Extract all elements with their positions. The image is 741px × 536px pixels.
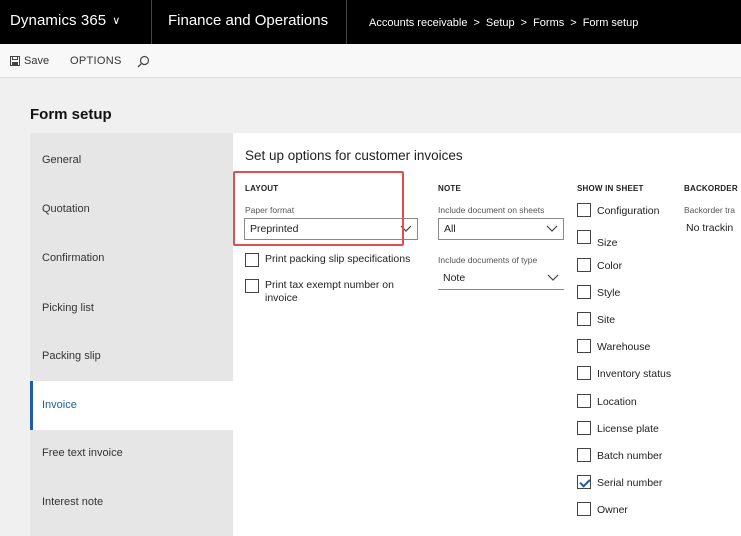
show-color-checkbox[interactable]: Color: [577, 258, 622, 274]
checkbox-box: [577, 258, 591, 272]
topbar-divider: [151, 0, 152, 44]
breadcrumb-item-setup[interactable]: Setup: [486, 17, 515, 29]
show-warehouse-checkbox[interactable]: Warehouse: [577, 339, 650, 355]
include-types-value: Note: [443, 272, 466, 284]
checkbox-label: Style: [597, 287, 621, 299]
backorder-group-title: BACKORDER: [684, 184, 738, 193]
breadcrumb-item-forms[interactable]: Forms: [533, 17, 564, 29]
checkbox-box: [245, 279, 259, 293]
tab-label: Free text invoice: [42, 447, 123, 459]
checkbox-label: Warehouse: [597, 341, 651, 353]
tab-packing-slip[interactable]: Packing slip: [30, 332, 233, 381]
breadcrumb-separator: >: [570, 17, 577, 29]
breadcrumb: Accounts receivable > Setup > Forms > Form set…: [369, 17, 638, 29]
tab-label: Invoice: [42, 399, 77, 411]
print-tax-exempt-checkbox[interactable]: Print tax exempt number on invoice: [245, 279, 425, 305]
include-types-select[interactable]: Note: [438, 270, 564, 290]
checkbox-label: Color: [597, 260, 623, 272]
checkbox-label: Size: [597, 237, 618, 249]
breadcrumb-separator: >: [473, 17, 480, 29]
checkbox-box: [577, 312, 591, 326]
app-title: Dynamics 365: [10, 12, 107, 29]
show-style-checkbox[interactable]: Style: [577, 285, 620, 301]
show-inventory-status-checkbox[interactable]: Inventory status: [577, 366, 671, 382]
tab-general[interactable]: General: [30, 136, 233, 185]
breadcrumb-separator: >: [520, 17, 528, 29]
print-packing-slip-label: Print packing slip specifications: [265, 253, 411, 265]
topbar-divider: [346, 0, 347, 44]
save-button[interactable]: Save: [10, 55, 49, 67]
show-location-checkbox[interactable]: Location: [577, 394, 637, 410]
checkbox-label: License plate: [597, 423, 659, 435]
options-button[interactable]: OPTIONS: [70, 55, 122, 67]
tab-free-text-invoice[interactable]: Free text invoice: [30, 429, 233, 478]
checkmark-icon: [577, 475, 591, 489]
tab-label: Packing slip: [42, 350, 101, 362]
vertical-tabs: General Quotation Confirmation Picking l…: [30, 133, 234, 536]
checkbox-box: [577, 203, 591, 217]
show-size-checkbox[interactable]: Size: [577, 230, 617, 251]
page-title: Form setup: [30, 106, 112, 123]
include-document-select[interactable]: All: [438, 218, 564, 240]
checkbox-label: Owner: [597, 504, 628, 516]
include-document-value: All: [444, 223, 456, 235]
checkbox-box: [245, 253, 259, 267]
save-icon: [10, 56, 20, 66]
checkbox-label: Site: [597, 314, 616, 326]
show-license-plate-checkbox[interactable]: License plate: [577, 421, 659, 437]
note-group-title: NOTE: [438, 184, 462, 193]
tab-picking-list[interactable]: Picking list: [30, 284, 233, 333]
checkbox-box: [577, 394, 591, 408]
tab-label: Interest note: [42, 496, 104, 508]
print-packing-slip-checkbox[interactable]: Print packing slip specifications: [245, 253, 410, 267]
tab-quotation[interactable]: Quotation: [30, 185, 233, 234]
tab-label: Confirmation: [42, 252, 105, 264]
checkbox-box: [577, 230, 591, 244]
chevron-down-icon: [546, 225, 558, 232]
save-label: Save: [24, 55, 50, 67]
top-navigation-bar: Dynamics 365 ∨ Finance and Operations Acc…: [0, 0, 741, 44]
checkbox-box: [577, 421, 591, 435]
backorder-tracking-label: Backorder tra: [684, 205, 736, 215]
show-site-checkbox[interactable]: Site: [577, 312, 615, 328]
breadcrumb-item-accounts-receivable[interactable]: Accounts receivable: [369, 17, 467, 29]
show-batch-number-checkbox[interactable]: Batch number: [577, 448, 662, 464]
print-tax-exempt-label: Print tax exempt number on invoice: [265, 279, 394, 304]
checkbox-label: Configuration: [597, 205, 660, 217]
tab-label: General: [42, 154, 82, 166]
checkbox-label: Location: [597, 396, 637, 408]
checkbox-box: [577, 366, 591, 380]
tab-label: Picking list: [42, 302, 94, 314]
checkbox-box: [577, 285, 591, 299]
tab-label: Quotation: [42, 203, 90, 215]
checkbox-label: Inventory status: [597, 368, 672, 380]
tab-interest-note[interactable]: Interest note: [30, 478, 233, 527]
tab-invoice[interactable]: Invoice: [30, 381, 234, 430]
checkbox-label: Serial number: [597, 477, 663, 489]
include-types-label: Include documents of type: [438, 255, 538, 265]
checkbox-label: Batch number: [597, 450, 663, 462]
tab-confirmation[interactable]: Confirmation: [30, 234, 233, 283]
module-name[interactable]: Finance and Operations: [168, 12, 328, 29]
show-in-sheet-group-title: SHOW IN SHEET: [577, 184, 644, 193]
search-button[interactable]: [137, 53, 150, 72]
search-icon: [137, 55, 150, 68]
checkbox-box: [577, 339, 591, 353]
panel-heading: Set up options for customer invoices: [245, 148, 463, 163]
action-pane: Save OPTIONS: [0, 44, 741, 78]
breadcrumb-item-form-setup[interactable]: Form setup: [583, 17, 639, 29]
backorder-tracking-select[interactable]: No trackin: [684, 218, 741, 240]
layout-highlight-box: [233, 171, 404, 246]
checkbox-box: [577, 502, 591, 516]
chevron-down-icon: ∨: [112, 15, 121, 27]
backorder-tracking-value: No trackin: [686, 222, 734, 234]
show-owner-checkbox[interactable]: Owner: [577, 502, 628, 518]
show-serial-number-checkbox[interactable]: Serial number: [577, 475, 662, 491]
app-switcher[interactable]: Dynamics 365 ∨: [10, 12, 120, 29]
chevron-down-icon: [547, 274, 559, 281]
checkbox-box: [577, 448, 591, 462]
show-configuration-checkbox[interactable]: Configuration: [577, 203, 659, 219]
include-document-label: Include document on sheets: [438, 205, 545, 215]
